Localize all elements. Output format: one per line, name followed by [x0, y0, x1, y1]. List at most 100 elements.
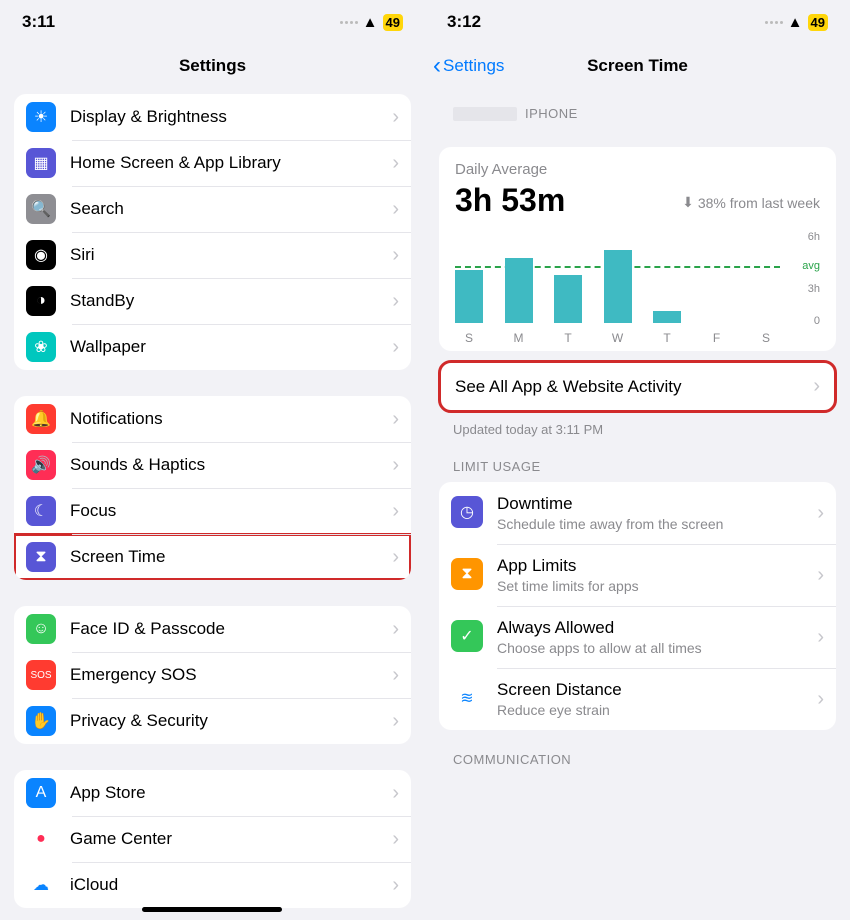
- x-label: S: [455, 331, 483, 345]
- status-time: 3:11: [22, 12, 55, 32]
- row-label: Notifications: [70, 409, 378, 429]
- limit-icon: ≋: [451, 682, 483, 714]
- row-icon: 🔍: [26, 194, 56, 224]
- row-label: Focus: [70, 501, 378, 521]
- settings-row-privacy-security[interactable]: ✋ Privacy & Security ›: [14, 698, 411, 744]
- row-label: Sounds & Haptics: [70, 455, 378, 475]
- row-icon: ⧗: [26, 542, 56, 572]
- bar-m: [505, 258, 533, 323]
- status-bar: 3:12 ▲ 49: [425, 0, 850, 44]
- battery-badge: 49: [808, 14, 828, 31]
- row-label: Display & Brightness: [70, 107, 378, 127]
- chevron-right-icon: ›: [392, 618, 399, 641]
- limit-row-screen-distance[interactable]: ≋ Screen Distance Reduce eye strain ›: [439, 668, 836, 730]
- wifi-icon: ▲: [788, 14, 803, 31]
- see-all-activity-row[interactable]: See All App & Website Activity ›: [439, 361, 836, 412]
- chevron-right-icon: ›: [817, 688, 824, 711]
- chevron-right-icon: ›: [392, 290, 399, 313]
- row-label: Search: [70, 199, 378, 219]
- limit-subtitle: Set time limits for apps: [497, 578, 803, 594]
- chevron-right-icon: ›: [392, 152, 399, 175]
- page-title: Settings: [179, 56, 246, 76]
- settings-row-emergency-sos[interactable]: SOS Emergency SOS ›: [14, 652, 411, 698]
- x-label: F: [703, 331, 731, 345]
- settings-row-sounds-haptics[interactable]: 🔊 Sounds & Haptics ›: [14, 442, 411, 488]
- row-icon: ☺: [26, 614, 56, 644]
- row-icon: ✋: [26, 706, 56, 736]
- limit-row-always-allowed[interactable]: ✓ Always Allowed Choose apps to allow at…: [439, 606, 836, 668]
- row-icon: 🔔: [26, 404, 56, 434]
- row-icon: ▦: [26, 148, 56, 178]
- settings-row-game-center[interactable]: ● Game Center ›: [14, 816, 411, 862]
- back-button[interactable]: ‹ Settings: [433, 52, 504, 80]
- row-icon: ☾: [26, 496, 56, 526]
- y-label-top: 6h: [808, 231, 820, 243]
- settings-row-app-store[interactable]: A App Store ›: [14, 770, 411, 816]
- nav-bar: ‹ Settings Screen Time: [425, 44, 850, 88]
- chevron-right-icon: ›: [392, 874, 399, 897]
- settings-row-screen-time[interactable]: ⧗ Screen Time ›: [14, 534, 411, 580]
- row-label: Screen Time: [70, 547, 378, 567]
- settings-row-notifications[interactable]: 🔔 Notifications ›: [14, 396, 411, 442]
- limit-title: Screen Distance: [497, 680, 803, 700]
- bar-t: [554, 275, 582, 323]
- limit-row-app-limits[interactable]: ⧗ App Limits Set time limits for apps ›: [439, 544, 836, 606]
- settings-row-home-screen-app-library[interactable]: ▦ Home Screen & App Library ›: [14, 140, 411, 186]
- row-label: Face ID & Passcode: [70, 619, 378, 639]
- row-icon: ◑: [26, 286, 56, 316]
- limit-row-downtime[interactable]: ◷ Downtime Schedule time away from the s…: [439, 482, 836, 544]
- row-icon: ☀: [26, 102, 56, 132]
- settings-row-focus[interactable]: ☾ Focus ›: [14, 488, 411, 534]
- limit-title: Downtime: [497, 494, 803, 514]
- limit-subtitle: Schedule time away from the screen: [497, 516, 803, 532]
- settings-pane: 3:11 ▲ 49 Settings ☀ Display & Brightnes…: [0, 0, 425, 920]
- page-title: Screen Time: [587, 56, 688, 76]
- device-header: IPHONE: [425, 106, 850, 129]
- x-label: W: [604, 331, 632, 345]
- settings-row-search[interactable]: 🔍 Search ›: [14, 186, 411, 232]
- row-label: App Store: [70, 783, 378, 803]
- limit-icon: ✓: [451, 620, 483, 652]
- y-label-avg: avg: [802, 260, 820, 272]
- row-label: Game Center: [70, 829, 378, 849]
- row-icon: ◉: [26, 240, 56, 270]
- row-icon: SOS: [26, 660, 56, 690]
- chevron-right-icon: ›: [817, 564, 824, 587]
- chevron-right-icon: ›: [392, 454, 399, 477]
- row-icon: 🔊: [26, 450, 56, 480]
- chevron-left-icon: ‹: [433, 52, 441, 80]
- x-label: T: [653, 331, 681, 345]
- nav-bar: Settings: [0, 44, 425, 88]
- settings-row-display-brightness[interactable]: ☀ Display & Brightness ›: [14, 94, 411, 140]
- cell-dots-icon: [340, 21, 358, 24]
- settings-row-wallpaper[interactable]: ❀ Wallpaper ›: [14, 324, 411, 370]
- row-label: Emergency SOS: [70, 665, 378, 685]
- limit-subtitle: Choose apps to allow at all times: [497, 640, 803, 656]
- limit-icon: ◷: [451, 496, 483, 528]
- settings-row-standby[interactable]: ◑ StandBy ›: [14, 278, 411, 324]
- usage-chart: 6h avg 3h 0 SMTWTFS: [455, 235, 820, 345]
- chevron-right-icon: ›: [392, 782, 399, 805]
- settings-row-face-id-passcode[interactable]: ☺ Face ID & Passcode ›: [14, 606, 411, 652]
- chevron-right-icon: ›: [392, 198, 399, 221]
- limit-usage-header: LIMIT USAGE: [425, 459, 850, 482]
- row-label: StandBy: [70, 291, 378, 311]
- row-label: Siri: [70, 245, 378, 265]
- screentime-pane: 3:12 ▲ 49 ‹ Settings Screen Time IPHONE …: [425, 0, 850, 920]
- row-icon: A: [26, 778, 56, 808]
- row-label: iCloud: [70, 875, 378, 895]
- chevron-right-icon: ›: [817, 502, 824, 525]
- row-icon: ❀: [26, 332, 56, 362]
- chevron-right-icon: ›: [392, 244, 399, 267]
- trend-text: ⬇ 38% from last week: [682, 194, 820, 211]
- updated-text: Updated today at 3:11 PM: [425, 412, 850, 437]
- chevron-right-icon: ›: [392, 828, 399, 851]
- device-name-redacted: [453, 107, 517, 121]
- bar-w: [604, 250, 632, 323]
- daily-average-card[interactable]: Daily Average 3h 53m ⬇ 38% from last wee…: [439, 147, 836, 351]
- chevron-right-icon: ›: [392, 106, 399, 129]
- settings-row-icloud[interactable]: ☁ iCloud ›: [14, 862, 411, 908]
- x-label: M: [505, 331, 533, 345]
- row-label: Wallpaper: [70, 337, 378, 357]
- settings-row-siri[interactable]: ◉ Siri ›: [14, 232, 411, 278]
